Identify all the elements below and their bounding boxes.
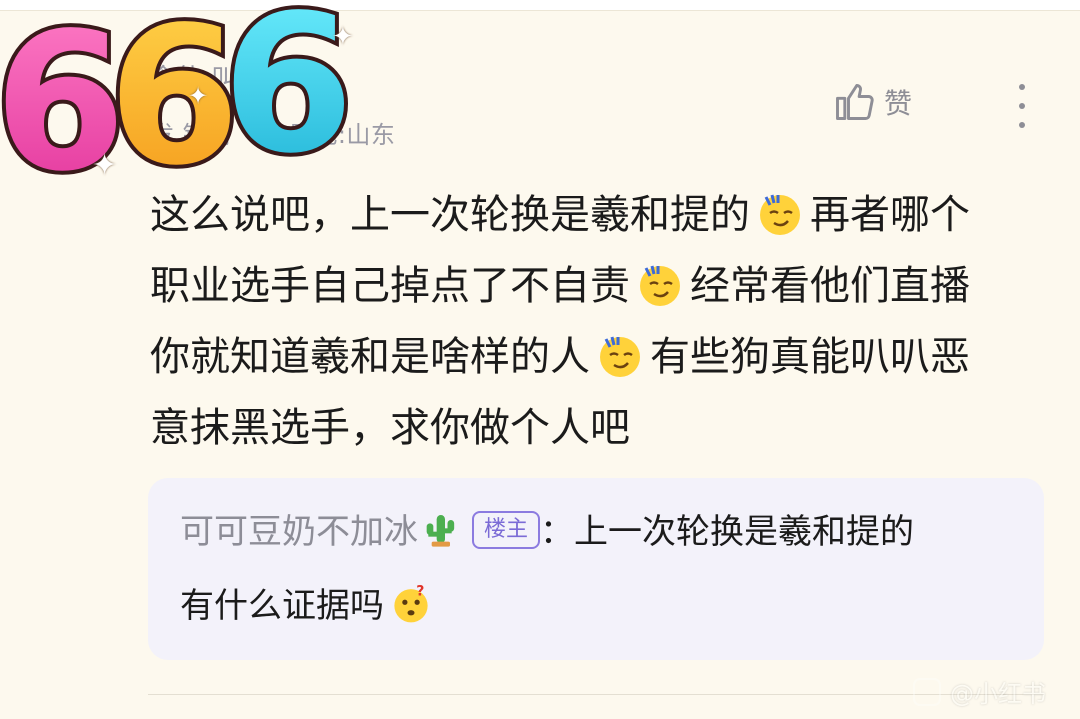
watermark-text: @小红书	[950, 680, 1046, 708]
sparkle-icon: ✦	[188, 82, 209, 110]
comment-text-segment: 意抹黑选手，求你做个人吧	[150, 405, 630, 451]
smug-face-emoji-icon	[640, 265, 680, 306]
comment-line: 这么说吧，上一次轮换是羲和提的 再者哪个	[150, 180, 1050, 251]
comment-text-segment: 职业选手自己掉点了不自责	[150, 263, 630, 309]
more-dot	[1019, 122, 1025, 128]
comment-text-segment: 再者哪个	[810, 192, 970, 238]
comment-text-segment: 有些狗真能叭叭恶	[650, 334, 970, 380]
more-dot	[1019, 103, 1025, 109]
comment-body: 这么说吧，上一次轮换是羲和提的 再者哪个 职业选手自己掉点了不自责 经常看他们直播 …	[150, 180, 1050, 464]
comment-line: 意抹黑选手，求你做个人吧	[150, 393, 1050, 464]
comment-text-segment: 你就知道羲和是啥样的人	[150, 334, 590, 380]
sparkle-icon: ✦	[92, 148, 118, 183]
comment-text-segment: 经常看他们直播	[690, 263, 970, 309]
reply-body: 有什么证据吗?	[180, 576, 438, 636]
comment-line: 你就知道羲和是啥样的人 有些狗真能叭叭恶	[150, 322, 1050, 393]
more-options-button[interactable]	[1008, 84, 1036, 128]
reply-preview[interactable]: 可可豆奶不加冰 楼主 ：上一次轮换是羲和提的 有什么证据吗?	[148, 478, 1044, 660]
sticker-digit-2: 6	[108, 0, 240, 195]
reply-text-line1: 上一次轮换是羲和提的	[574, 512, 915, 552]
like-button[interactable]: 赞	[832, 80, 912, 124]
cactus-emoji-icon	[426, 514, 455, 547]
reply-username[interactable]: 可可豆奶不加冰	[180, 512, 418, 552]
like-label: 赞	[884, 87, 913, 120]
sparkle-icon: ✦	[332, 22, 354, 52]
op-badge: 楼主	[472, 510, 541, 549]
sticker-666: 6 6 6 ✦ ✦ ✦	[0, 0, 372, 217]
comment-line: 职业选手自己掉点了不自责 经常看他们直播	[150, 251, 1050, 322]
comment-text-segment: 这么说吧，上一次轮换是羲和提的	[150, 192, 750, 238]
reply-colon: ：	[540, 512, 575, 552]
watermark: @小红书	[912, 674, 1046, 709]
smug-face-emoji-icon	[600, 336, 640, 377]
thumbs-up-icon	[836, 84, 874, 120]
reply-header: 可可豆奶不加冰 楼主 ：上一次轮换是羲和提的	[180, 502, 914, 562]
thinking-face-emoji-icon: ?	[394, 583, 428, 622]
watermark-logo-icon	[913, 677, 941, 706]
reply-text-line2: 有什么证据吗	[180, 586, 384, 626]
svg-text:?: ?	[416, 583, 424, 599]
divider	[148, 694, 1044, 695]
smug-face-emoji-icon	[760, 194, 800, 235]
more-dot	[1019, 84, 1025, 90]
sticker-666-graphic: 6 6 6	[0, 0, 358, 217]
